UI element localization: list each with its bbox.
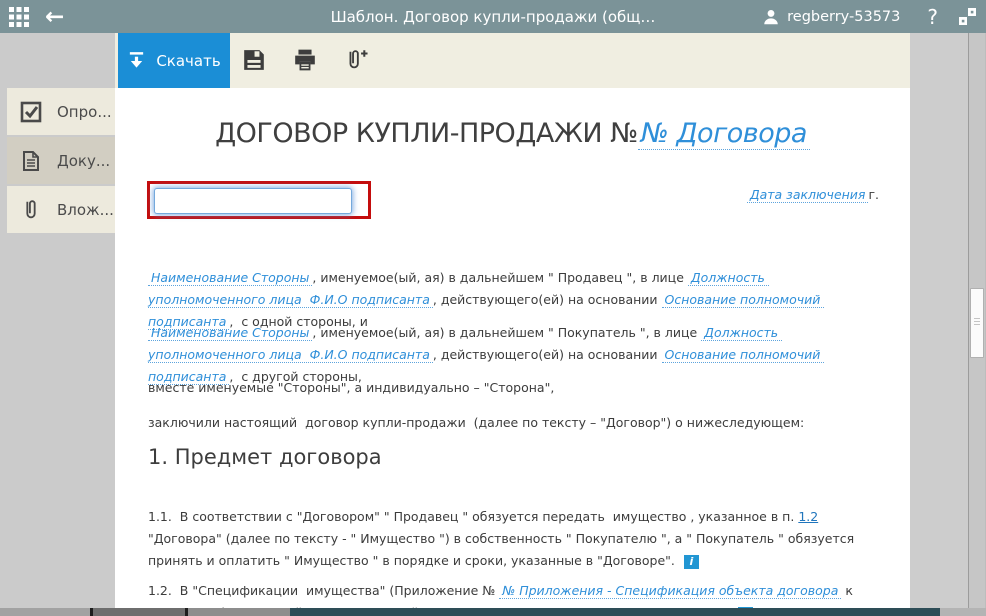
annotation-highlight-box	[147, 181, 371, 219]
contract-title-text: ДОГОВОР КУПЛИ-ПРОДАЖИ №	[215, 118, 638, 149]
horizontal-scrollbar-thumb[interactable]	[290, 608, 940, 616]
date-line: Дата заключенияг.	[747, 187, 879, 202]
document-toolbar: Скачать	[115, 33, 910, 88]
contract-number-input[interactable]	[154, 188, 352, 214]
conclusion-date-link[interactable]: Дата заключения	[747, 187, 869, 203]
back-arrow-icon[interactable]: ←	[45, 7, 64, 27]
left-sidebar: Опро... Доку... Влож...	[0, 33, 115, 608]
party-name-link[interactable]: Наименование Стороны	[148, 270, 312, 286]
strip-segment	[0, 608, 90, 616]
text-segment: , действующего(ей) на основании	[433, 292, 662, 307]
document-icon	[20, 150, 42, 172]
sidebar-item-surveys[interactable]: Опро...	[7, 88, 115, 135]
save-icon[interactable]	[242, 48, 266, 72]
top-bar: ← Шаблон. Договор купли-продажи (общ… re…	[0, 0, 986, 33]
sidebar-item-documents[interactable]: Доку...	[7, 137, 115, 184]
user-menu[interactable]: regberry-53573	[787, 9, 900, 25]
vertical-scrollbar-track[interactable]	[968, 33, 986, 608]
appendix-number-link[interactable]: № Приложения - Спецификация объекта дого…	[499, 583, 841, 599]
paperclip-icon	[20, 199, 42, 221]
text-segment: , именуемое(ый, ая) в дальнейшем " Покуп…	[312, 325, 701, 340]
right-gutter	[910, 33, 986, 608]
text-segment: 1.2. В "Спецификации имущества" (Приложе…	[148, 583, 499, 598]
main-area: Скачать ДОГОВОР КУПЛИ-ПРОДАЖИ №№ Договор…	[115, 33, 986, 608]
print-icon[interactable]	[293, 48, 317, 72]
parties-paragraph: вместе именуемые "Стороны", а индивидуал…	[148, 377, 874, 399]
strip-segment	[93, 608, 185, 616]
strip-segment	[940, 608, 986, 616]
scrollbar-grip	[974, 318, 980, 319]
info-icon[interactable]: i	[684, 555, 699, 569]
preamble-paragraph: заключили настоящий договор купли-продаж…	[148, 412, 874, 434]
sidebar-item-label: Доку...	[57, 152, 110, 170]
download-icon	[127, 51, 146, 70]
help-button[interactable]: ?	[927, 5, 938, 29]
download-button[interactable]: Скачать	[118, 33, 230, 88]
sidebar-item-label: Влож...	[57, 201, 114, 219]
attach-plus-icon[interactable]	[344, 48, 368, 72]
contract-number-link[interactable]: № Договора	[638, 118, 810, 150]
contract-title: ДОГОВОР КУПЛИ-ПРОДАЖИ №№ Договора	[115, 118, 910, 149]
bottom-scroll-strip	[0, 608, 986, 616]
text-segment: , именуемое(ый, ая) в дальнейшем " Прода…	[312, 270, 687, 285]
strip-segment	[188, 608, 290, 616]
vertical-scrollbar-thumb[interactable]	[970, 288, 984, 358]
clause-1-1-paragraph: 1.1. В соответствии с "Договором" " Прод…	[148, 506, 874, 572]
user-icon	[762, 8, 780, 26]
party-name-link[interactable]: Наименование Стороны	[148, 325, 312, 341]
date-suffix: г.	[868, 187, 879, 202]
apps-grid-icon[interactable]	[9, 7, 29, 27]
sidebar-item-label: Опро...	[57, 103, 112, 121]
document-page: ДОГОВОР КУПЛИ-ПРОДАЖИ №№ Договора Дата з…	[115, 88, 910, 608]
clause-1-2-ref-link[interactable]: 1.2	[798, 509, 818, 524]
checkbox-icon	[20, 101, 42, 123]
popout-windows-icon[interactable]	[956, 6, 978, 28]
clause-1-2-paragraph: 1.2. В "Спецификации имущества" (Приложе…	[148, 580, 874, 609]
download-label: Скачать	[156, 52, 220, 70]
sidebar-item-attachments[interactable]: Влож...	[7, 186, 115, 233]
text-segment: 1.1. В соответствии с "Договором" " Прод…	[148, 509, 798, 524]
text-segment: , действующего(ей) на основании	[433, 347, 662, 362]
section-1-heading: 1. Предмет договора	[148, 445, 382, 469]
